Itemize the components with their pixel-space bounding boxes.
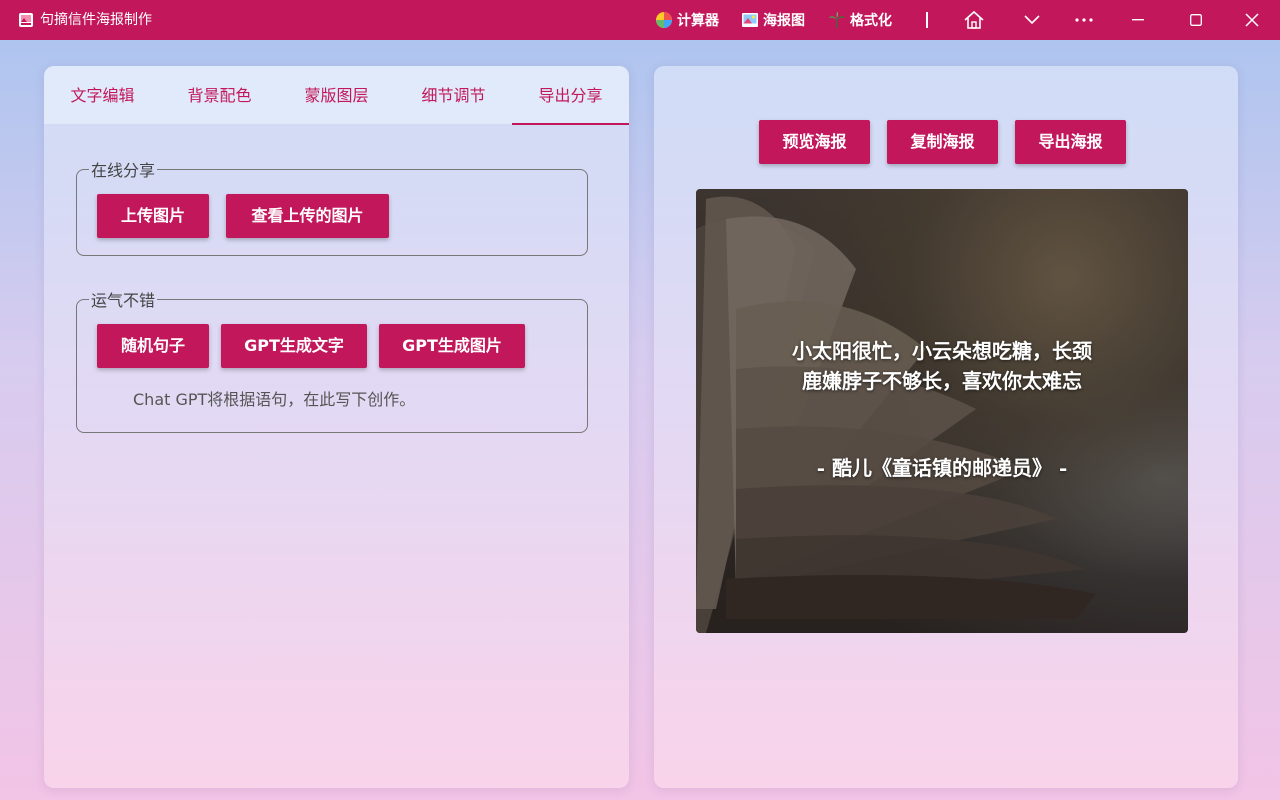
calculator-link-label: 计算器	[677, 13, 719, 29]
export-poster-button[interactable]: 导出海报	[1015, 120, 1126, 164]
tab-mask-layer[interactable]: 蒙版图层	[278, 66, 395, 125]
dropdown-button[interactable]	[1012, 0, 1052, 40]
home-button[interactable]	[954, 0, 994, 40]
online-share-legend: 在线分享	[91, 161, 156, 180]
upload-image-button[interactable]: 上传图片	[97, 194, 209, 238]
poster-icon	[741, 11, 759, 29]
tab-export-share[interactable]: 导出分享	[512, 66, 629, 125]
poster-link[interactable]: 海报图	[741, 0, 805, 40]
gpt-generate-image-button[interactable]: GPT生成图片	[379, 324, 525, 368]
calculator-icon	[655, 11, 673, 29]
format-link-label: 格式化	[850, 13, 892, 29]
copy-poster-button[interactable]: 复制海报	[887, 120, 998, 164]
tab-text-edit[interactable]: 文字编辑	[44, 66, 161, 125]
maximize-icon	[1190, 14, 1202, 26]
more-button[interactable]	[1064, 0, 1104, 40]
app-icon	[18, 12, 34, 28]
more-icon	[1075, 18, 1093, 22]
quote-line-2: 鹿嫌脖子不够长，喜欢你太难忘	[802, 369, 1082, 393]
calculator-link[interactable]: 计算器	[655, 0, 719, 40]
view-uploaded-images-button[interactable]: 查看上传的图片	[226, 194, 389, 238]
preview-poster-button[interactable]: 预览海报	[759, 120, 870, 164]
poster-mask-overlay	[696, 189, 1188, 633]
app-title: 句摘信件海报制作	[40, 12, 152, 28]
tab-detail-adjust[interactable]: 细节调节	[395, 66, 512, 125]
random-sentence-button[interactable]: 随机句子	[97, 324, 209, 368]
close-icon	[1245, 13, 1259, 27]
home-icon	[964, 10, 984, 29]
titlebar-separator	[926, 12, 928, 28]
minimize-icon	[1132, 19, 1144, 21]
minimize-button[interactable]	[1118, 0, 1158, 40]
luck-legend: 运气不错	[91, 291, 156, 310]
title-bar: 句摘信件海报制作 计算器 海报图 格式化	[0, 0, 1280, 40]
quote-attribution: - 酷儿《童话镇的邮递员》 -	[816, 456, 1068, 480]
format-link[interactable]: 格式化	[828, 0, 892, 40]
maximize-button[interactable]	[1176, 0, 1216, 40]
tab-bar: 文字编辑 背景配色 蒙版图层 细节调节 导出分享	[44, 66, 629, 125]
format-icon	[828, 11, 846, 29]
chevron-down-icon	[1024, 15, 1040, 25]
gpt-hint-text: Chat GPT将根据语句，在此写下创作。	[133, 390, 416, 409]
gpt-generate-text-button[interactable]: GPT生成文字	[221, 324, 367, 368]
tab-background-color[interactable]: 背景配色	[161, 66, 278, 125]
poster-link-label: 海报图	[763, 13, 805, 29]
close-button[interactable]	[1232, 0, 1272, 40]
poster-preview: 小太阳很忙，小云朵想吃糖，长颈 鹿嫌脖子不够长，喜欢你太难忘 - 酷儿《童话镇的…	[696, 189, 1188, 633]
quote-line-1: 小太阳很忙，小云朵想吃糖，长颈	[792, 339, 1092, 363]
